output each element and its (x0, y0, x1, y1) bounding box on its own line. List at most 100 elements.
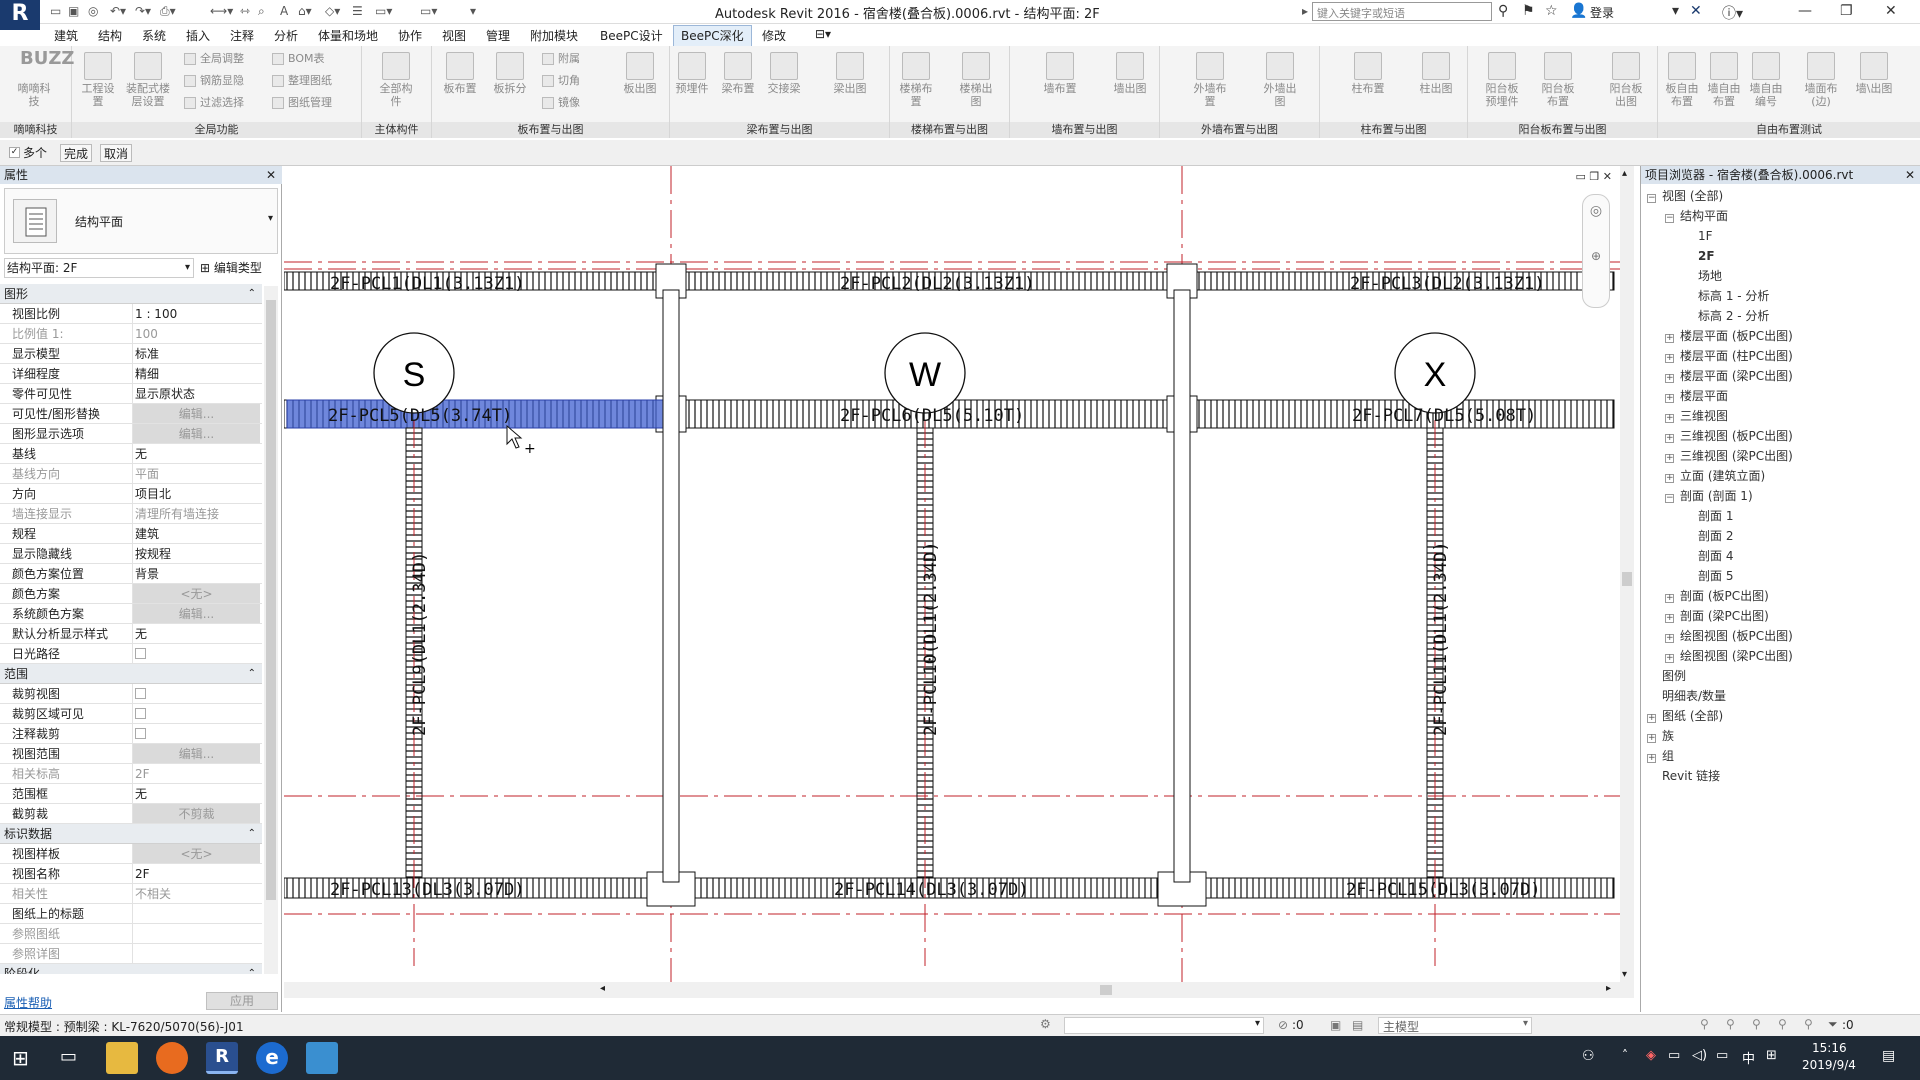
embed-part-button[interactable]: 预埋件 (672, 50, 712, 120)
sheet-manage-button[interactable]: 图纸管理 (272, 94, 332, 112)
volume-icon[interactable]: ◁) (1692, 1048, 1707, 1063)
close-hidden-icon[interactable]: ▭▾ (375, 4, 392, 20)
design-option-dropdown[interactable]: 主模型 ▾ (1378, 1017, 1532, 1034)
property-row[interactable]: 图纸上的标题 (0, 904, 262, 924)
free-slab-button[interactable]: 板自由布置 (1662, 50, 1702, 120)
slab-place-button[interactable]: 板布置 (440, 50, 480, 120)
property-row[interactable]: 显示隐藏线 按规程 (0, 544, 262, 564)
property-checkbox[interactable] (132, 684, 260, 703)
tree-item[interactable]: 标高 2 - 分析 (1647, 306, 1917, 326)
property-section-header[interactable]: 阶段化 ⌃ (0, 964, 262, 974)
workset-dropdown[interactable]: ▾ (1064, 1017, 1264, 1034)
property-row[interactable]: 规程 建筑 (0, 524, 262, 544)
tree-item[interactable]: + 立面 (建筑立面) (1647, 466, 1917, 486)
file-explorer-icon[interactable] (106, 1042, 138, 1074)
property-row[interactable]: 视图名称 2F (0, 864, 262, 884)
expand-toggle-icon[interactable]: + (1647, 714, 1656, 723)
property-value[interactable]: 无 (132, 444, 260, 463)
tree-item[interactable]: + 楼层平面 (1647, 386, 1917, 406)
save-icon[interactable]: ▣ (68, 4, 79, 20)
bom-table-button[interactable]: BOM表 (272, 50, 325, 68)
switch-windows-icon[interactable]: ▭▾ (420, 4, 437, 20)
drag-elements-icon[interactable]: ⚲ (1804, 1017, 1813, 1031)
expand-toggle-icon[interactable]: + (1665, 414, 1674, 423)
property-row[interactable]: 颜色方案位置 背景 (0, 564, 262, 584)
search-expand-icon[interactable]: ▸ (1302, 4, 1308, 20)
property-row[interactable]: 默认分析显示样式 无 (0, 624, 262, 644)
free-wall-button[interactable]: 墙自由布置 (1704, 50, 1744, 120)
slab-chamfer-button[interactable]: 切角 (542, 72, 580, 90)
cross-beam-button[interactable]: 交接梁 (764, 50, 804, 120)
floor-plan-drawing[interactable]: S W X 2F-PCL1(DL1(3.13Z1) 2F-PCL2(DL2(3.… (284, 166, 1634, 998)
expand-toggle-icon[interactable]: + (1665, 614, 1674, 623)
tree-item[interactable]: + 剖面 (板PC出图) (1647, 586, 1917, 606)
tree-item[interactable]: − 结构平面 (1647, 206, 1917, 226)
slab-mirror-button[interactable]: 镜像 (542, 94, 580, 112)
tree-item[interactable]: + 三维视图 (板PC出图) (1647, 426, 1917, 446)
property-row[interactable]: 参照图纸 (0, 924, 262, 944)
cad-app-icon[interactable] (306, 1042, 338, 1074)
property-row[interactable]: 范围框 无 (0, 784, 262, 804)
close-icon[interactable]: ✕ (1885, 3, 1897, 19)
expand-toggle-icon[interactable]: + (1665, 634, 1674, 643)
tree-item[interactable]: + 剖面 (梁PC出图) (1647, 606, 1917, 626)
task-view-icon[interactable]: ▭ (60, 1046, 77, 1067)
property-value[interactable]: 标准 (132, 344, 260, 363)
stair-place-button[interactable]: 楼梯布置 (896, 50, 936, 120)
tab-beepc-detailing[interactable]: BeePC深化 (673, 25, 752, 46)
property-row[interactable]: 方向 项目北 (0, 484, 262, 504)
property-value[interactable]: 1 : 100 (132, 304, 260, 323)
expand-toggle-icon[interactable]: + (1665, 354, 1674, 363)
property-row[interactable]: 视图比例 1 : 100 (0, 304, 262, 324)
beam-place-button[interactable]: 梁布置 (718, 50, 758, 120)
property-row[interactable]: 截剪裁 不剪裁 (0, 804, 262, 824)
3d-view-icon[interactable]: ⌂▾ (298, 4, 312, 20)
tree-item[interactable]: 2F (1647, 246, 1917, 266)
filter-select-button[interactable]: 过滤选择 (184, 94, 244, 112)
expand-toggle-icon[interactable]: − (1665, 494, 1674, 503)
wall-drawing-button[interactable]: 墙出图 (1110, 50, 1150, 120)
property-value[interactable]: 背景 (132, 564, 260, 583)
tree-item[interactable]: 标高 1 - 分析 (1647, 286, 1917, 306)
help-icon[interactable]: ⓘ▾ (1722, 3, 1743, 23)
property-section-header[interactable]: 图形 ⌃ (0, 284, 262, 304)
property-row[interactable]: 颜色方案 <无> (0, 584, 262, 604)
expand-toggle-icon[interactable]: + (1665, 434, 1674, 443)
finish-button[interactable]: 完成 (60, 144, 93, 162)
tidy-sheets-button[interactable]: 整理图纸 (272, 72, 332, 90)
beam-drawing-button[interactable]: 梁出图 (830, 50, 870, 120)
property-row[interactable]: 视图样板 <无> (0, 844, 262, 864)
restore-icon[interactable]: ❐ (1840, 3, 1853, 19)
expand-toggle-icon[interactable]: + (1665, 654, 1674, 663)
properties-help-link[interactable]: 属性帮助 (4, 994, 52, 1011)
expand-toggle-icon[interactable]: + (1665, 394, 1674, 403)
stair-drawing-button[interactable]: 楼梯出图 (956, 50, 996, 120)
close-icon[interactable]: ✕ (1905, 166, 1915, 184)
property-checkbox[interactable] (132, 704, 260, 723)
property-row[interactable]: 图形显示选项 编辑... (0, 424, 262, 444)
expand-toggle-icon[interactable]: − (1647, 194, 1656, 203)
exterior-wall-drawing-button[interactable]: 外墙出图 (1260, 50, 1300, 120)
balcony-place-button[interactable]: 阳台板布置 (1538, 50, 1578, 120)
cancel-button[interactable]: 取消 (100, 144, 133, 162)
tab-massing[interactable]: 体量和场地 (318, 27, 378, 44)
login-link[interactable]: 登录 (1590, 4, 1614, 21)
redo-icon[interactable]: ↷▾ (135, 4, 151, 20)
property-row[interactable]: 零件可见性 显示原状态 (0, 384, 262, 404)
tree-item[interactable]: + 图纸 (全部) (1647, 706, 1917, 726)
tab-view[interactable]: 视图 (442, 27, 466, 44)
property-row[interactable]: 日光路径 (0, 644, 262, 664)
property-value[interactable]: 2F (132, 764, 260, 783)
property-value[interactable]: 无 (132, 784, 260, 803)
property-row[interactable]: 显示模型 标准 (0, 344, 262, 364)
ime-indicator[interactable]: 中 (1742, 1048, 1755, 1067)
revit-taskbar-icon[interactable]: R (206, 1042, 238, 1074)
horizontal-scrollbar[interactable]: ◂ ▸ (284, 982, 1620, 998)
type-selector[interactable]: 结构平面 ▾ (4, 188, 278, 254)
property-value[interactable]: 编辑... (132, 744, 260, 763)
tab-addins[interactable]: 附加模块 (530, 27, 578, 44)
property-value[interactable]: 按规程 (132, 544, 260, 563)
expand-toggle-icon[interactable]: + (1647, 754, 1656, 763)
undo-icon[interactable]: ↶▾ (110, 4, 126, 20)
property-row[interactable]: 相关性 不相关 (0, 884, 262, 904)
